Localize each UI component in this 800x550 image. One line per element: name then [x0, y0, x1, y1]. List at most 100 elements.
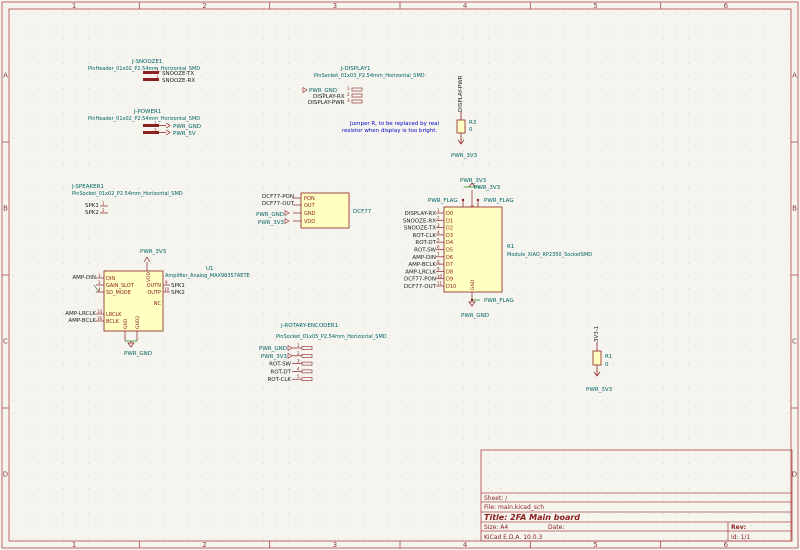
power-net: PWR_3V3	[460, 178, 487, 184]
pin-label: PON	[304, 196, 315, 202]
power-net: PWR_3V3	[451, 153, 478, 159]
pin-label: D7	[446, 262, 453, 268]
pin-label: OUTN	[147, 283, 162, 289]
pin-label: D4	[446, 240, 453, 246]
ref-designator: J-DISPLAY1	[340, 66, 370, 72]
pin-label: D8	[446, 269, 453, 275]
pin-number: 16	[97, 316, 103, 321]
resistor-body	[456, 119, 466, 134]
note-line: resistor when display is too bright.	[342, 128, 437, 134]
pin-header-body	[143, 124, 159, 127]
pin-label: LRCLK	[106, 312, 122, 318]
ref-designator: J-ROTARY-ENCODER1	[280, 323, 338, 329]
file-name: File: main.kicad_sch	[484, 504, 544, 511]
pin-number: 14	[97, 309, 103, 314]
junction-dot	[470, 298, 474, 302]
power-net: PWR_GND	[259, 346, 287, 352]
power-net: PWR_GND	[173, 124, 201, 130]
column-zone-label: 2	[202, 541, 206, 549]
row-zone-label: A	[792, 72, 797, 80]
power-net: PWR_3V3	[258, 220, 285, 226]
pin-label: D2	[446, 226, 453, 232]
row-zone-label: D	[792, 471, 797, 479]
net-label: DCF77-PON	[404, 277, 436, 283]
row-zone-label: B	[3, 205, 8, 213]
pin-label: GND	[304, 211, 316, 217]
power-net: PWR_3V3	[261, 354, 288, 360]
net-label: ROT-CLK	[412, 233, 436, 239]
pin-label: GAIN_SLOT	[106, 283, 135, 289]
pin-number: 10	[437, 274, 443, 279]
schematic-sheet: 112233445566A AB BC CD D J-SNOOZE1 PinHeader…	[0, 0, 800, 550]
resistor-body	[592, 350, 602, 366]
net-label: 3V3-1	[594, 326, 600, 342]
net-label: ROT-CLK	[267, 377, 291, 383]
revision-field: Rev:	[731, 524, 746, 531]
net-label: SPK2	[85, 210, 99, 216]
pin-label: SD_MODE	[106, 290, 131, 296]
note-line: Jumper R, to be replaced by real	[349, 121, 440, 127]
pin-label: OUT	[304, 203, 316, 209]
power-flag-label: PWR_FLAG	[484, 198, 514, 204]
pin-label: D3	[446, 233, 453, 239]
net-label: ROT-SW	[269, 362, 291, 368]
net-label: SNOOZE-TX	[162, 71, 194, 77]
footprint-value: PinSocket_01x02_P2.54mm_Horizontal_SMD	[72, 191, 183, 197]
pin-label: D1	[446, 218, 453, 224]
column-zone-label: 5	[593, 2, 597, 10]
row-zone-label: C	[3, 338, 8, 346]
net-label: AMP-LRCLK	[405, 269, 436, 275]
sheet-title: Title: 2FA Main board	[484, 513, 580, 522]
paper-size: Size: A4	[484, 524, 508, 531]
part-value: Module_XIAO_RP2350_SocketSMD	[507, 252, 592, 258]
pin-label: D0	[446, 211, 453, 217]
ref-designator: J-SNOOZE1	[131, 59, 162, 65]
column-zone-label: 6	[724, 2, 729, 10]
net-label: DCF77-PON	[262, 194, 294, 200]
column-zone-label: 3	[333, 541, 337, 549]
net-label: ROT-SW	[414, 248, 436, 254]
pin-label: D10	[446, 284, 456, 290]
part-value: Amplifier_Analog_MAX98357AETE	[165, 273, 250, 279]
net-label: SPK2	[171, 290, 185, 296]
net-label: SNOOZE-RX	[162, 78, 195, 84]
net-label: DISPLAY-PWR	[458, 75, 464, 112]
ref-designator: J-SPEAKER1	[71, 184, 104, 190]
pin-label: D6	[446, 255, 453, 261]
pin-label: D5	[446, 248, 453, 254]
net-label: ROT-DT	[415, 240, 436, 246]
net-label: DCF77-OUT	[404, 284, 437, 290]
ref-designator: R1	[605, 354, 612, 360]
value: 0	[605, 362, 609, 368]
pin-label: DIN	[106, 276, 115, 282]
date-field: Date:	[548, 524, 564, 531]
net-label: SNOOZE-TX	[404, 226, 436, 232]
net-label: AMP-BCLK	[68, 318, 96, 324]
pin-label: GND	[123, 318, 129, 329]
net-label: AMP-DIN	[72, 275, 96, 281]
footprint-value: PinSocket_01x03_P2.54mm_Horizontal_SMD	[314, 73, 425, 79]
net-label: SPK1	[85, 203, 99, 209]
junction-dot	[476, 198, 480, 202]
pin-number: 10	[164, 287, 170, 292]
column-zone-label: 3	[333, 2, 337, 10]
footprint-value: PinSocket_01x05_P2.54mm_Horizontal_SMD	[276, 334, 387, 340]
ref-designator: R1	[507, 244, 514, 250]
net-label: DCF77-OUT	[262, 201, 295, 207]
column-zone-label: 4	[463, 541, 468, 549]
power-net: PWR_GND	[256, 212, 284, 218]
net-label: AMP-DIN	[412, 255, 436, 261]
power-net: PWR_3V3	[140, 249, 167, 255]
ref-designator: U1	[206, 266, 214, 272]
module-name: DCF77	[353, 209, 372, 215]
row-zone-label: B	[792, 205, 797, 213]
kicad-version: KiCad E.D.A. 10.0.3	[484, 534, 542, 541]
pin-number: 11	[437, 281, 443, 286]
power-flag-label: PWR_FLAG	[428, 198, 458, 204]
footprint-value: PinHeader_01x02_P2.54mm_Horizontal_SMD	[88, 116, 200, 122]
junction-dot	[461, 198, 465, 202]
power-flag-label: PWR_FLAG	[484, 298, 514, 304]
net-label: SPK1	[171, 283, 185, 289]
pin-label: BCLK	[106, 319, 120, 325]
column-zone-label: 4	[463, 2, 468, 10]
